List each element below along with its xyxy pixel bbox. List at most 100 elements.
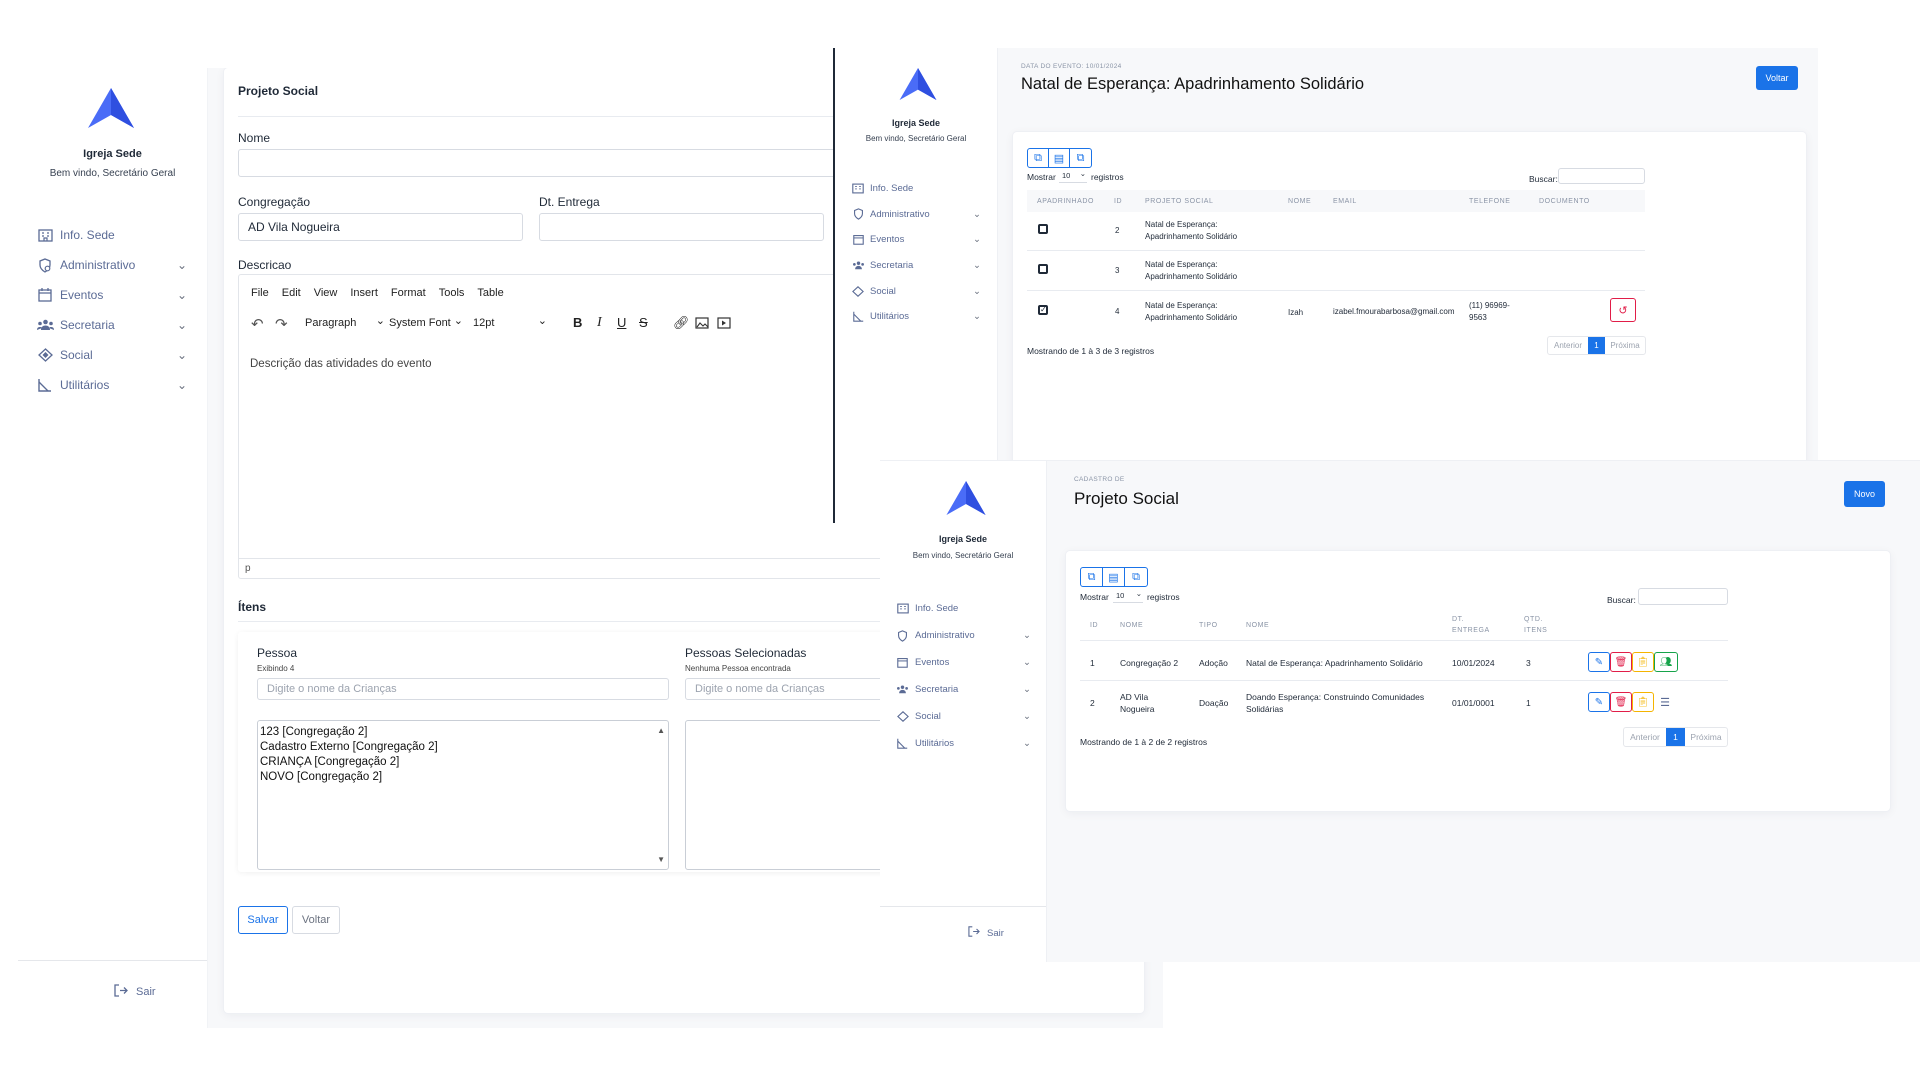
sidebar-item-social[interactable]: Social ⌄ bbox=[880, 703, 1046, 730]
clipboard-button[interactable]: 📋︎ bbox=[1632, 652, 1654, 672]
underline-icon[interactable]: U bbox=[617, 315, 626, 330]
next-page-button[interactable]: Próxima bbox=[1685, 728, 1727, 746]
sidebar-item-utilitarios[interactable]: Utilitários ⌄ bbox=[835, 304, 997, 330]
block-format-select[interactable]: Paragraph ⌄ bbox=[305, 315, 385, 329]
page-size-select[interactable]: 10 ⌄ bbox=[1113, 589, 1143, 603]
sidebar-item-secretaria[interactable]: Secretaria ⌄ bbox=[880, 676, 1046, 703]
column-header[interactable]: NOME bbox=[1246, 622, 1269, 629]
sidebar-item-social[interactable]: Social ⌄ bbox=[835, 278, 997, 304]
undo-icon[interactable]: ↶ bbox=[251, 315, 264, 333]
apadrinhado-checkbox[interactable] bbox=[1038, 224, 1048, 234]
column-header[interactable]: APADRINHADO bbox=[1037, 198, 1094, 205]
sidebar-item-administrativo[interactable]: Administrativo ⌄ bbox=[880, 622, 1046, 649]
page-size-select[interactable]: 10 ⌄ bbox=[1059, 169, 1087, 183]
apadrinhado-checkbox[interactable] bbox=[1038, 264, 1048, 274]
logout-button[interactable]: Sair bbox=[114, 984, 156, 1000]
undo-button[interactable]: ↺ bbox=[1610, 298, 1636, 322]
prev-page-button[interactable]: Anterior bbox=[1548, 337, 1588, 354]
sidebar-item-utilitarios[interactable]: Utilitários ⌄ bbox=[880, 730, 1046, 757]
column-header[interactable]: ITENS bbox=[1524, 627, 1547, 634]
copy-icon[interactable]: ⧉ bbox=[1028, 149, 1049, 167]
list-item[interactable]: Cadastro Externo [Congregação 2] bbox=[260, 740, 666, 755]
table-icon[interactable]: ▤ bbox=[1049, 149, 1070, 167]
menu-view[interactable]: View bbox=[314, 287, 338, 299]
list-button[interactable]: ☰ bbox=[1654, 692, 1676, 712]
table-icon[interactable]: ▤ bbox=[1103, 568, 1125, 586]
sidebar-item-eventos[interactable]: Eventos ⌄ bbox=[880, 649, 1046, 676]
strikethrough-icon[interactable]: S bbox=[639, 315, 648, 330]
list-item[interactable]: NOVO [Congregação 2] bbox=[260, 770, 666, 785]
sidebar-item-social[interactable]: Social ⌄ bbox=[18, 340, 207, 370]
next-page-button[interactable]: Próxima bbox=[1605, 337, 1645, 354]
prev-page-button[interactable]: Anterior bbox=[1624, 728, 1666, 746]
font-size-select[interactable]: 12pt ⌄ bbox=[473, 315, 547, 329]
edit-button[interactable]: ✎ bbox=[1588, 652, 1610, 672]
column-header[interactable]: EMAIL bbox=[1333, 198, 1357, 205]
image-icon[interactable] bbox=[695, 317, 709, 332]
sidebar-item-info-sede[interactable]: Info. Sede bbox=[880, 595, 1046, 622]
menu-insert[interactable]: Insert bbox=[350, 287, 378, 299]
sidebar-item-administrativo[interactable]: Administrativo ⌄ bbox=[18, 250, 207, 280]
delete-button[interactable]: 🗑︎ bbox=[1610, 692, 1632, 712]
menu-edit[interactable]: Edit bbox=[282, 287, 301, 299]
congregacao-select[interactable]: AD Vila Nogueira bbox=[238, 213, 523, 241]
ruler-icon bbox=[851, 311, 865, 323]
menu-tools[interactable]: Tools bbox=[439, 287, 465, 299]
search-input[interactable] bbox=[1638, 588, 1728, 605]
column-header[interactable]: NOME bbox=[1120, 622, 1143, 629]
sidebar-item-eventos[interactable]: Eventos ⌄ bbox=[835, 227, 997, 253]
bold-icon[interactable]: B bbox=[573, 315, 582, 330]
dt-entrega-input[interactable] bbox=[539, 213, 824, 241]
delete-button[interactable]: 🗑︎ bbox=[1610, 652, 1632, 672]
sidebar-item-administrativo[interactable]: Administrativo ⌄ bbox=[835, 202, 997, 228]
media-icon[interactable] bbox=[717, 317, 731, 332]
print-icon[interactable]: ⧉ bbox=[1125, 568, 1147, 586]
search-input[interactable] bbox=[1558, 168, 1645, 184]
sidebar-item-secretaria[interactable]: Secretaria ⌄ bbox=[18, 310, 207, 340]
menu-format[interactable]: Format bbox=[391, 287, 426, 299]
column-header[interactable]: ID bbox=[1114, 198, 1122, 205]
apadrinhado-checkbox-checked[interactable]: ✓ bbox=[1038, 305, 1048, 315]
new-button[interactable]: Novo bbox=[1844, 481, 1885, 507]
list-item[interactable]: 123 [Congregação 2] bbox=[260, 725, 666, 740]
page-1-button[interactable]: 1 bbox=[1666, 728, 1685, 746]
redo-icon[interactable]: ↷ bbox=[275, 315, 288, 333]
church-logo bbox=[899, 68, 937, 100]
page-1-button[interactable]: 1 bbox=[1588, 337, 1605, 354]
editor-body[interactable]: Descrição das atividades do evento bbox=[250, 358, 432, 370]
menu-file[interactable]: File bbox=[251, 287, 269, 299]
print-icon[interactable]: ⧉ bbox=[1070, 149, 1091, 167]
edit-button[interactable]: ✎ bbox=[1588, 692, 1610, 712]
italic-icon[interactable]: I bbox=[597, 315, 602, 331]
column-header[interactable]: NOME bbox=[1288, 198, 1311, 205]
back-button[interactable]: Voltar bbox=[292, 906, 340, 934]
column-header[interactable]: QTD. bbox=[1524, 616, 1543, 623]
save-button[interactable]: Salvar bbox=[238, 906, 288, 934]
column-header[interactable]: ENTREGA bbox=[1452, 627, 1490, 634]
scroll-up-icon[interactable]: ▲ bbox=[657, 723, 665, 738]
pessoa-listbox[interactable]: 123 [Congregação 2] Cadastro Externo [Co… bbox=[257, 720, 669, 870]
menu-table[interactable]: Table bbox=[477, 287, 503, 299]
scroll-down-icon[interactable]: ▼ bbox=[657, 852, 665, 867]
pessoa-search-input[interactable]: Digite o nome da Crianças bbox=[257, 678, 669, 700]
back-button[interactable]: Voltar bbox=[1756, 66, 1798, 90]
nome-label: Nome bbox=[238, 131, 271, 145]
column-header[interactable]: TIPO bbox=[1199, 622, 1218, 629]
copy-icon[interactable]: ⧉ bbox=[1081, 568, 1103, 586]
column-header[interactable]: DT. bbox=[1452, 616, 1464, 623]
sidebar-item-info-sede[interactable]: Info. Sede bbox=[18, 220, 207, 250]
sidebar-item-secretaria[interactable]: Secretaria ⌄ bbox=[835, 253, 997, 279]
sidebar-item-info-sede[interactable]: Info. Sede bbox=[835, 176, 997, 202]
logout-button[interactable]: Sair bbox=[968, 926, 1004, 940]
clipboard-button[interactable]: 📋︎ bbox=[1632, 692, 1654, 712]
list-item[interactable]: CRIANÇA [Congregação 2] bbox=[260, 755, 666, 770]
font-family-select[interactable]: System Font ⌄ bbox=[389, 315, 463, 329]
sidebar-item-eventos[interactable]: Eventos ⌄ bbox=[18, 280, 207, 310]
sidebar-item-utilitarios[interactable]: Utilitários ⌄ bbox=[18, 370, 207, 400]
column-header[interactable]: ID bbox=[1090, 622, 1098, 629]
link-icon[interactable]: 🔗︎ bbox=[673, 315, 690, 331]
column-header[interactable]: TELEFONE bbox=[1469, 198, 1510, 205]
column-header[interactable]: PROJETO SOCIAL bbox=[1145, 198, 1213, 205]
users-button[interactable]: 👥︎ bbox=[1654, 652, 1678, 672]
column-header[interactable]: DOCUMENTO bbox=[1539, 198, 1590, 205]
